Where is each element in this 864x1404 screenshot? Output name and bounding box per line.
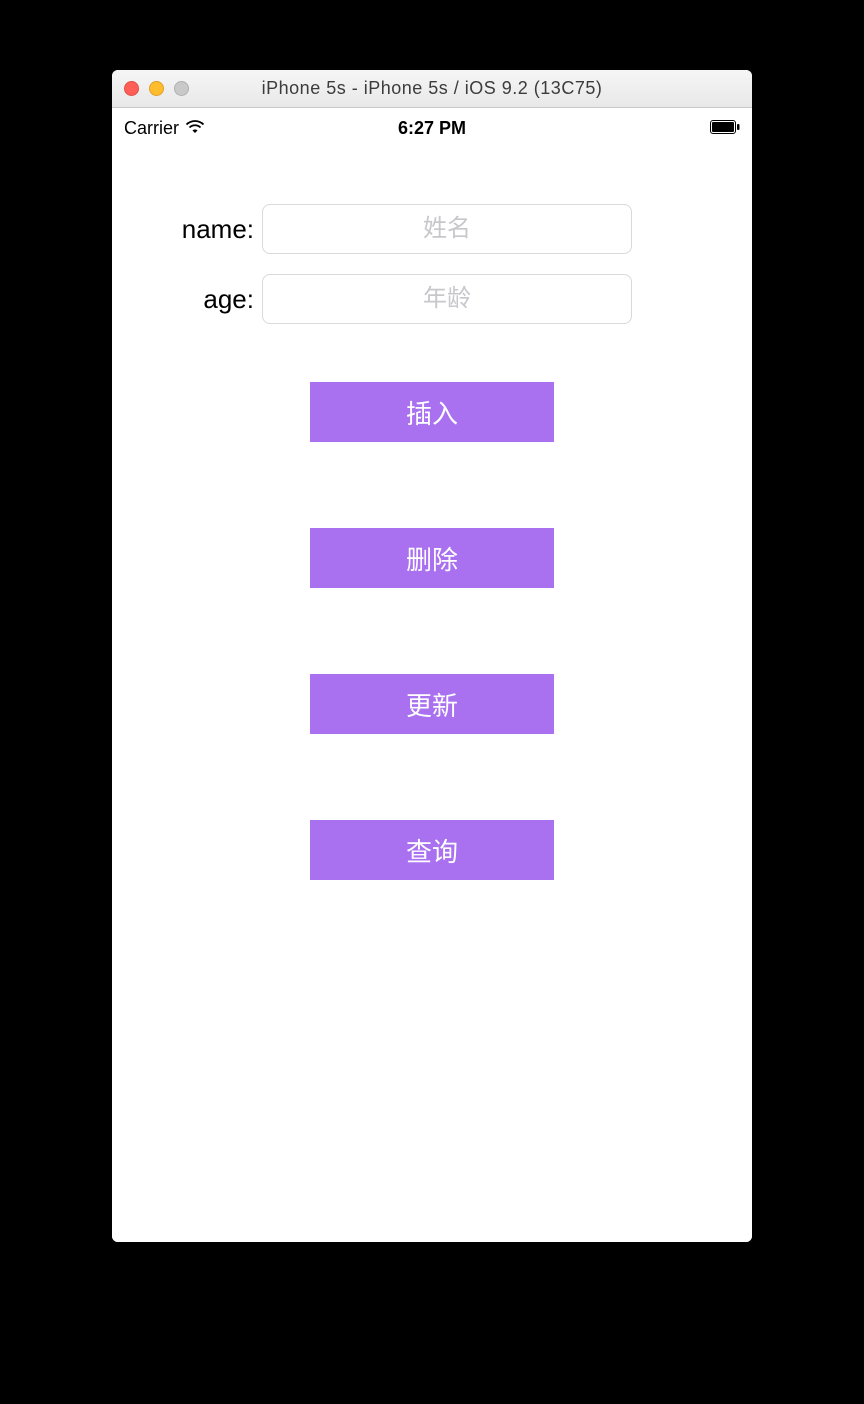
button-stack: 插入 删除 更新 查询 bbox=[112, 382, 752, 880]
traffic-lights bbox=[124, 81, 189, 96]
status-time: 6:27 PM bbox=[112, 118, 752, 139]
simulator-window: iPhone 5s - iPhone 5s / iOS 9.2 (13C75) … bbox=[112, 70, 752, 1242]
delete-button[interactable]: 删除 bbox=[310, 528, 554, 588]
minimize-icon[interactable] bbox=[149, 81, 164, 96]
age-row: age: bbox=[112, 274, 752, 324]
name-row: name: bbox=[112, 204, 752, 254]
name-label: name: bbox=[152, 214, 262, 245]
battery-icon bbox=[710, 118, 740, 139]
status-left: Carrier bbox=[124, 118, 205, 139]
carrier-label: Carrier bbox=[124, 118, 179, 139]
device-screen: Carrier 6:27 PM bbox=[112, 108, 752, 1242]
age-label: age: bbox=[152, 284, 262, 315]
close-icon[interactable] bbox=[124, 81, 139, 96]
wifi-icon bbox=[185, 118, 205, 139]
window-title: iPhone 5s - iPhone 5s / iOS 9.2 (13C75) bbox=[112, 78, 752, 99]
age-input[interactable] bbox=[262, 274, 632, 324]
window-titlebar: iPhone 5s - iPhone 5s / iOS 9.2 (13C75) bbox=[112, 70, 752, 108]
query-button[interactable]: 查询 bbox=[310, 820, 554, 880]
maximize-icon[interactable] bbox=[174, 81, 189, 96]
insert-button[interactable]: 插入 bbox=[310, 382, 554, 442]
update-button[interactable]: 更新 bbox=[310, 674, 554, 734]
name-input[interactable] bbox=[262, 204, 632, 254]
app-content: name: age: 插入 删除 更新 查询 bbox=[112, 148, 752, 880]
status-bar: Carrier 6:27 PM bbox=[112, 108, 752, 148]
status-right bbox=[710, 118, 740, 139]
